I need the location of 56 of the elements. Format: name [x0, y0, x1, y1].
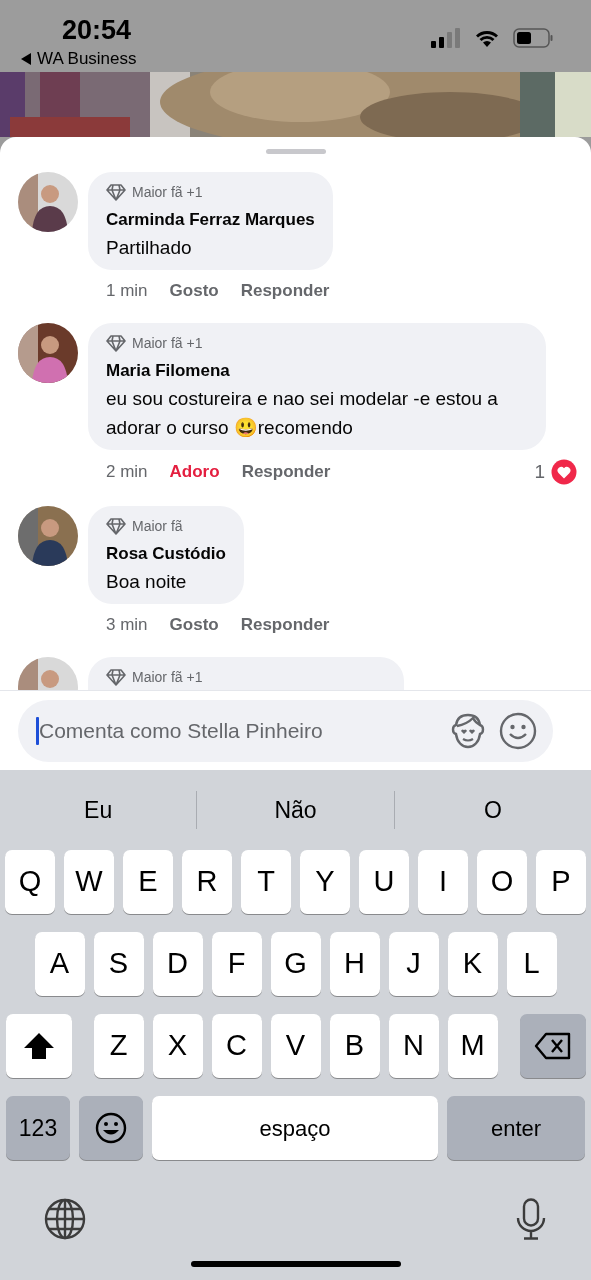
comment-author[interactable]: Maria Filomena: [106, 358, 528, 384]
key[interactable]: M: [447, 1014, 498, 1078]
suggestion[interactable]: Não: [197, 792, 394, 828]
comment-time: 2 min: [106, 461, 148, 483]
key[interactable]: F: [211, 932, 262, 996]
reply-link[interactable]: Responder: [241, 459, 331, 485]
key[interactable]: C: [211, 1014, 262, 1078]
fan-badge-label: Maior fã +1: [132, 183, 203, 202]
reaction-link[interactable]: Gosto: [169, 611, 219, 637]
key[interactable]: A: [34, 932, 85, 996]
comment-text: Boa noite: [106, 569, 188, 594]
key[interactable]: P: [536, 850, 586, 914]
comment-text: eu sou costureira e nao sei modelar -e estou a adorar o curso 😃recomendo: [106, 386, 499, 440]
key[interactable]: S: [93, 932, 144, 996]
key[interactable]: G: [270, 932, 321, 996]
key[interactable]: D: [152, 932, 203, 996]
key[interactable]: X: [152, 1014, 203, 1078]
key[interactable]: O: [477, 850, 527, 914]
comment-author[interactable]: Carminda Ferraz Marques: [106, 207, 315, 233]
comment-time: 3 min: [106, 613, 148, 636]
key[interactable]: H: [329, 932, 380, 996]
reply-link[interactable]: Responder: [240, 277, 330, 303]
comment-author[interactable]: Rosa Custódio: [106, 541, 226, 567]
key[interactable]: Z: [93, 1014, 144, 1078]
comment-input[interactable]: Comenta como Stella Pinheiro: [39, 715, 437, 747]
comment-field[interactable]: Comenta como Stella Pinheiro: [18, 700, 553, 762]
reaction-count: 1: [534, 459, 545, 484]
key[interactable]: N: [388, 1014, 439, 1078]
key[interactable]: T: [241, 850, 291, 914]
key[interactable]: E: [123, 850, 173, 914]
key[interactable]: K: [447, 932, 498, 996]
key[interactable]: R: [182, 850, 232, 914]
numbers-key[interactable]: 123: [6, 1096, 70, 1160]
key[interactable]: W: [64, 850, 114, 914]
key[interactable]: L: [506, 932, 557, 996]
suggestion[interactable]: Eu: [0, 792, 197, 828]
fan-badge-label: Maior fã +1: [132, 668, 203, 687]
key[interactable]: Y: [300, 850, 350, 914]
status-time: 20:54: [62, 14, 132, 47]
comment-time: 1 min: [106, 279, 148, 302]
key[interactable]: J: [388, 932, 439, 996]
key[interactable]: B: [329, 1014, 380, 1078]
enter-key[interactable]: enter: [447, 1096, 585, 1160]
key[interactable]: Q: [5, 850, 55, 914]
key[interactable]: I: [418, 850, 468, 914]
fan-badge-label: Maior fã +1: [132, 334, 203, 353]
key[interactable]: V: [270, 1014, 321, 1078]
suggestion[interactable]: O: [394, 792, 591, 828]
fan-badge-label: Maior fã: [132, 517, 183, 536]
reply-link[interactable]: Responder: [240, 611, 330, 637]
back-to-app-link[interactable]: WA Business: [20, 46, 137, 72]
space-key[interactable]: espaço: [152, 1096, 438, 1160]
reaction-link[interactable]: Adoro: [169, 459, 220, 485]
comment-text: Partilhado: [106, 235, 193, 260]
key[interactable]: U: [359, 850, 409, 914]
reaction-link[interactable]: Gosto: [169, 277, 219, 303]
